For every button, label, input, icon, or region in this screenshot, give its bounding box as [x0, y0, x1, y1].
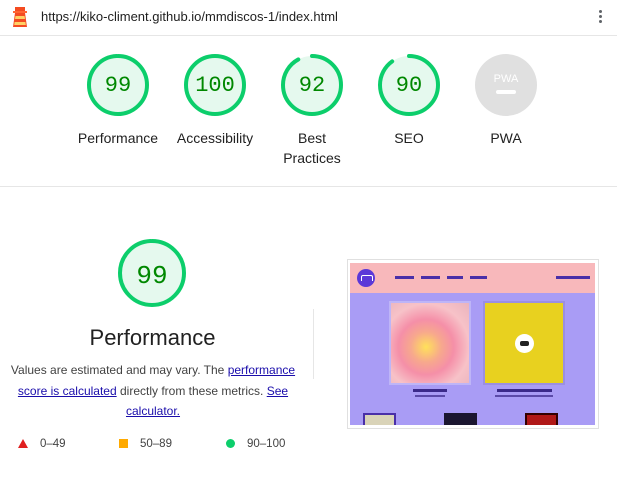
seo-label: SEO [394, 130, 424, 146]
screenshot-logo-icon [357, 269, 375, 287]
category-gauges: 99 Performance 100 Accessibility 92 Best… [0, 36, 617, 186]
more-options-icon[interactable] [597, 8, 603, 26]
screenshot-thumb-3 [525, 413, 558, 425]
performance-large-score: 99 [136, 261, 168, 291]
screenshot-subcaption-2 [495, 395, 553, 397]
pwa-label: PWA [490, 130, 522, 146]
screenshot-thumb-1 [363, 413, 396, 425]
screenshot-nav [350, 263, 595, 293]
gauge-performance[interactable]: 99 Performance [68, 52, 168, 148]
screenshot-thumb-2 [444, 413, 477, 425]
gauge-pwa[interactable]: PWA PWA [456, 52, 556, 148]
lighthouse-logo-icon [13, 7, 27, 27]
record-label-icon [515, 334, 534, 353]
fail-triangle-icon [18, 439, 28, 448]
pwa-badge-text: PWA [494, 73, 519, 85]
report-header: https://kiko-climent.github.io/mmdiscos-… [0, 0, 617, 36]
screenshot-album-art-1 [391, 303, 469, 383]
screenshot-caption-2 [497, 389, 552, 392]
description-text-1: Values are estimated and may vary. The [10, 363, 225, 377]
screenshot-caption-1 [413, 389, 447, 392]
legend-pass-range: 90–100 [247, 438, 286, 450]
section-divider [0, 186, 617, 187]
legend-pass: 90–100 [226, 438, 285, 450]
best-practices-score: 92 [298, 73, 326, 98]
accessibility-score: 100 [195, 73, 235, 98]
vertical-separator [313, 309, 314, 379]
description-text-2: directly from these metrics. [119, 383, 264, 398]
gauge-accessibility[interactable]: 100 Accessibility [165, 52, 265, 148]
performance-score: 99 [104, 73, 132, 98]
screenshot-nav-right [556, 276, 590, 279]
legend-fail: 0–49 [18, 438, 66, 450]
legend-fail-range: 0–49 [40, 438, 66, 450]
performance-label: Performance [77, 130, 159, 146]
legend-average: 50–89 [119, 438, 172, 450]
gauge-best-practices[interactable]: 92 Best Practices [262, 52, 362, 168]
legend-average-range: 50–89 [140, 438, 172, 450]
screenshot-page [350, 263, 595, 425]
seo-score: 90 [395, 73, 423, 98]
page-url[interactable]: https://kiko-climent.github.io/mmdiscos-… [41, 9, 338, 24]
pwa-badge-icon: PWA [475, 54, 537, 116]
screenshot-nav-links [395, 276, 494, 280]
average-square-icon [119, 439, 128, 448]
screenshot-album-art-2 [485, 303, 563, 383]
pass-circle-icon [226, 439, 235, 448]
accessibility-label: Accessibility [176, 130, 254, 146]
best-practices-label: Best Practices [283, 130, 341, 166]
performance-description: Values are estimated and may vary. The p… [8, 360, 298, 422]
performance-title: Performance [89, 325, 216, 350]
gauge-seo[interactable]: 90 SEO [359, 52, 459, 148]
score-legend: 0–49 50–89 90–100 [0, 436, 320, 456]
screenshot-subcaption-1 [415, 395, 445, 397]
final-screenshot[interactable] [347, 259, 599, 429]
